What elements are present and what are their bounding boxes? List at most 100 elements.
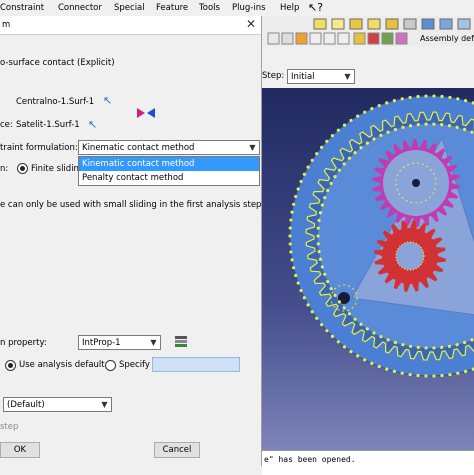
dialog-titlebar: m ✕	[0, 16, 261, 35]
ring-outer-node	[336, 340, 340, 344]
planet-gear-top-pin	[412, 179, 420, 187]
ring-outer-node	[296, 187, 300, 191]
ring-outer-node	[432, 374, 436, 378]
use-analysis-default-radio[interactable]	[5, 360, 16, 371]
contact-node	[318, 211, 323, 215]
close-icon[interactable]: ✕	[246, 17, 256, 31]
contact-node	[353, 151, 357, 155]
menu-tools[interactable]: Tools	[199, 3, 220, 13]
default-select-value: (Default)	[7, 400, 45, 410]
ring-outer-node	[289, 218, 293, 222]
contact-node	[408, 344, 413, 348]
finite-sliding-label: Finite slidin	[31, 164, 79, 174]
ring-outer-node	[299, 288, 303, 293]
contact-node	[365, 327, 369, 331]
console-message: e" has been opened.	[264, 455, 356, 464]
step-select[interactable]: Initial ▼	[287, 69, 355, 84]
select-master-pointer-icon[interactable]: ↖	[103, 94, 112, 107]
ring-outer-node	[385, 367, 389, 371]
ring-outer-node	[456, 371, 460, 375]
menu-special[interactable]: Special	[114, 3, 145, 13]
ring-outer-node	[306, 303, 310, 307]
ring-outer-node	[306, 165, 310, 169]
ring-outer-node	[424, 94, 428, 98]
contact-node	[316, 226, 320, 230]
finite-sliding-radio[interactable]	[17, 163, 28, 174]
contact-node	[337, 168, 341, 172]
ring-outer-node	[448, 95, 452, 100]
cancel-button[interactable]: Cancel	[154, 442, 200, 458]
contact-node	[455, 343, 459, 347]
ring-outer-node	[463, 98, 468, 103]
contact-node	[347, 312, 352, 316]
ring-outer-node	[302, 296, 306, 300]
ring-outer-node	[408, 372, 412, 377]
contact-node	[326, 188, 330, 193]
menu-feature[interactable]: Feature	[156, 3, 188, 13]
specify-label: Specify	[119, 360, 150, 370]
ring-outer-node	[302, 172, 306, 176]
ring-outer-node	[325, 329, 329, 333]
menu-connector[interactable]: Connector	[58, 3, 102, 13]
step-label: Step:	[262, 71, 285, 81]
ring-outer-node	[342, 345, 347, 349]
contact-node	[386, 338, 390, 342]
contact-node	[359, 322, 363, 326]
ring-outer-node	[294, 273, 298, 278]
ring-outer-node	[416, 94, 420, 99]
interaction-property-select[interactable]: IntProp-1 ▼	[78, 335, 161, 350]
ring-outer-node	[330, 134, 335, 138]
ring-outer-node	[299, 179, 303, 184]
contact-node	[416, 345, 420, 349]
dropdown-option-kinematic[interactable]: Kinematic contact method	[79, 157, 259, 171]
ring-outer-node	[440, 94, 444, 99]
model-viewport[interactable]	[262, 88, 474, 450]
planetary-gear-model	[288, 94, 474, 378]
create-property-icon[interactable]	[174, 334, 188, 348]
contact-node	[440, 123, 444, 127]
contact-node	[401, 343, 405, 347]
ok-button[interactable]: OK	[0, 442, 40, 458]
interaction-property-value: IntProp-1	[82, 338, 121, 348]
step-text: step	[0, 422, 19, 432]
menu-plug-ins[interactable]: Plug-ins	[232, 3, 266, 13]
contact-node	[323, 196, 327, 200]
contact-node	[320, 203, 324, 207]
menu-help[interactable]: Help	[280, 3, 299, 13]
contact-node	[323, 272, 327, 276]
ring-outer-node	[463, 369, 468, 374]
contact-node	[470, 338, 474, 342]
contact-node	[386, 130, 390, 134]
constraint-formulation-select[interactable]: Kinematic contact method ▼	[78, 140, 260, 155]
contact-node	[432, 346, 436, 350]
contact-node	[470, 130, 474, 134]
menu-bar: Constraint Connector Special Feature Too…	[0, 0, 474, 16]
contact-node	[447, 124, 452, 128]
contact-node	[329, 286, 333, 291]
dropdown-option-penalty[interactable]: Penalty contact method	[79, 171, 259, 185]
chevron-down-icon: ▼	[344, 72, 351, 81]
ring-outer-node	[356, 114, 360, 118]
slave-surface-label: ce:	[0, 120, 13, 130]
menu-constraint[interactable]: Constraint	[0, 3, 44, 13]
ring-outer-node	[416, 373, 420, 378]
contact-node	[317, 218, 321, 223]
contact-node	[432, 122, 436, 126]
contact-node	[359, 146, 363, 150]
default-select[interactable]: (Default) ▼	[3, 397, 112, 412]
surface-swap-icon[interactable]	[136, 106, 156, 120]
contact-node	[447, 344, 452, 348]
specify-radio[interactable]	[105, 360, 116, 371]
ring-outer-node	[349, 118, 353, 123]
ring-outer-node	[408, 95, 412, 100]
contact-node	[416, 123, 420, 127]
contact-node	[463, 340, 467, 345]
contact-node	[372, 137, 376, 141]
ring-outer-node	[370, 361, 374, 365]
specify-value-field[interactable]	[152, 357, 240, 372]
contact-node	[372, 331, 376, 335]
select-slave-pointer-icon[interactable]: ↖	[88, 118, 97, 131]
ring-outer-node	[290, 258, 294, 262]
message-console: e" has been opened.	[262, 450, 474, 475]
help-pointer-icon[interactable]: ↖?	[308, 1, 323, 14]
